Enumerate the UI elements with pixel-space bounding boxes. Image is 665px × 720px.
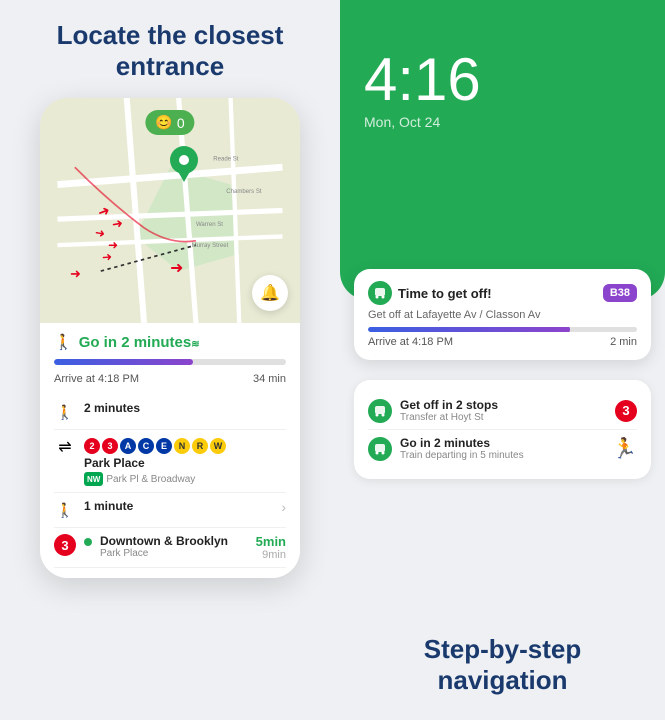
step-content-train: Downtown & Brooklyn Park Place [100,534,248,559]
notif-title: Time to get off! [398,286,492,301]
walk-icon-small: 🚶 [54,333,73,351]
sec-sub-1: Transfer at Hoyt St [400,412,607,423]
step-icon-train: 3 [54,534,76,556]
arrive-label: Arrive at 4:18 PM [54,373,139,385]
go-minutes: 2 minutes [121,334,191,351]
sec-content-2: Go in 2 minutes Train departing in 5 min… [400,436,604,461]
parkplace-title: Park Place [84,456,286,470]
parkplace-sub: Park Pl & Broadway [106,474,195,485]
transfer-icon: ⇌ [58,437,71,457]
nw-badge: NW [84,472,103,486]
clock-date: Mon, Oct 24 [364,114,641,130]
badge-c: C [138,438,154,454]
train-badges: 2 3 A C E N R W [84,438,286,454]
sec-content-1: Get off in 2 stops Transfer at Hoyt St [400,398,607,423]
badge-a: A [120,438,136,454]
step-train-downtown: 3 Downtown & Brooklyn Park Place 5min 9m… [54,528,286,568]
left-heading: Locate the closest entrance [0,20,340,82]
badge-w: W [210,438,226,454]
downtown-sub: Park Place [100,548,248,559]
left-panel: Locate the closest entrance [0,0,340,720]
train-number: 3 [61,538,68,553]
train-circle: 3 [54,534,76,556]
main-container: Locate the closest entrance [0,0,665,720]
badge-e: E [156,438,172,454]
walk2-label: 1 minute [84,499,133,513]
notif-progress-dot [561,327,570,332]
sec-title-2: Go in 2 minutes [400,436,604,450]
signal-icon: ≋ [191,339,199,350]
notif-title-row: Time to get off! [368,281,492,305]
step-walk-2: 🚶 1 minute › [54,493,286,528]
notif-arrive-row: Arrive at 4:18 PM 2 min [368,336,637,348]
notif-progress-bar [368,327,637,332]
go-label: Go in [79,334,122,351]
right-bottom-heading: Step-by-step navigation [424,634,581,720]
bell-icon: 🔔 [260,283,280,303]
map-area: Reade St Chambers St Warren St Murray St… [40,98,300,323]
emoji-count: 0 [177,115,185,131]
step-content-walk1: 2 minutes [84,401,286,415]
arrive-row: Arrive at 4:18 PM 34 min [54,373,286,385]
notif-transit-icon [368,281,392,305]
step-transit-parkplace: ⇌ 2 3 A C E N R W [54,430,286,493]
walk-icon: 🚶 [56,404,73,421]
duration-label: 34 min [253,373,286,385]
step-icon-transit: ⇌ [54,436,76,458]
notif-arrive-label: Arrive at 4:18 PM [368,336,453,348]
sec-badge-num: 3 [622,403,629,418]
svg-text:Murray Street: Murray Street [192,243,229,249]
notif-progress-fill [368,327,570,332]
step-icon-walk2: 🚶 [54,499,76,521]
notif-time-label: 2 min [610,336,637,348]
secondary-item-1: Get off in 2 stops Transfer at Hoyt St 3 [368,392,637,429]
sec-sub-2: Train departing in 5 minutes [400,450,604,461]
step-content-walk2: 1 minute [84,499,273,513]
sec-walk-icon: 🏃 [612,436,637,461]
step-arrow[interactable]: › [281,499,286,515]
green-top: 4:16 Mon, Oct 24 Time to get off! [340,0,665,300]
secondary-card: Get off in 2 stops Transfer at Hoyt St 3 [354,380,651,479]
time-badge: 5min 9min [256,534,286,561]
sec-transit-icon-2 [368,437,392,461]
clock-time: 4:16 [364,50,641,110]
badge-2: 2 [84,438,100,454]
sec-transit-icon-1 [368,399,392,423]
map-pin [170,146,198,180]
bottom-info-card: 🚶 Go in 2 minutes≋ Arrive at 4:18 PM 34 … [40,323,300,578]
downtown-title: Downtown & Brooklyn [100,534,248,548]
step-nav-line2: navigation [424,665,581,696]
time-gray: 9min [262,549,286,561]
step-nav-line1: Step-by-step [424,634,581,665]
emoji-icon: 😊 [155,114,172,131]
step-content-transit: 2 3 A C E N R W Park Place N [84,436,286,486]
go-text: Go in 2 minutes≋ [79,334,200,351]
route-dot [84,538,92,546]
badge-n: N [174,438,190,454]
badge-r: R [192,438,208,454]
emoji-badge: 😊 0 [145,110,194,135]
notif-header: Time to get off! B38 [368,281,637,305]
svg-text:Chambers St: Chambers St [226,190,262,196]
time-green: 5min [256,534,286,549]
svg-text:Reade St: Reade St [213,157,239,163]
sec-badge-1: 3 [615,400,637,422]
step-nav-heading: Step-by-step navigation [424,634,581,696]
secondary-item-2: Go in 2 minutes Train departing in 5 min… [368,429,637,467]
progress-fill [54,359,193,365]
svg-text:Warren St: Warren St [196,222,223,228]
step-walk-1: 🚶 2 minutes [54,395,286,430]
sec-title-1: Get off in 2 stops [400,398,607,412]
notif-sub: Get off at Lafayette Av / Classon Av [368,309,637,321]
progress-bar [54,359,286,365]
notification-card: Time to get off! B38 Get off at Lafayett… [354,269,651,360]
steps-list: 🚶 2 minutes ⇌ 2 [54,395,286,568]
walk-icon-2: 🚶 [56,502,73,519]
phone-left: Reade St Chambers St Warren St Murray St… [40,98,300,578]
badge-3: 3 [102,438,118,454]
step-walk-label: 2 minutes [84,401,140,415]
b38-badge: B38 [603,284,637,302]
step-icon-walk: 🚶 [54,401,76,423]
right-panel: 4:16 Mon, Oct 24 Time to get off! [340,0,665,720]
